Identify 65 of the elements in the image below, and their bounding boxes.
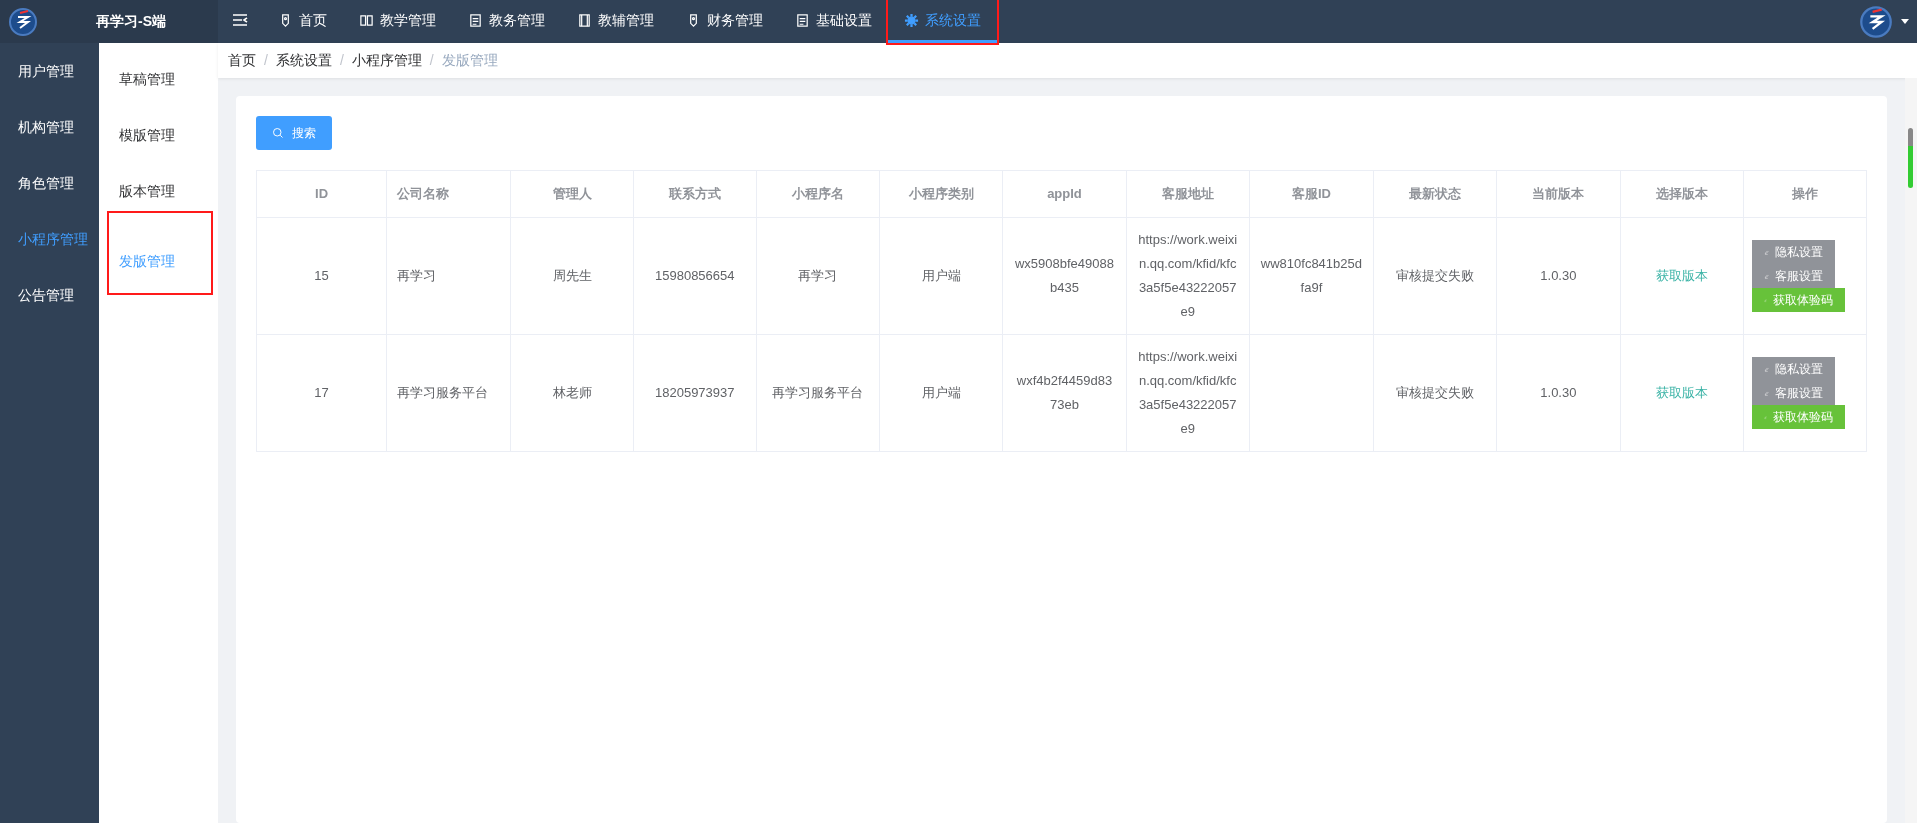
breadcrumb-separator: /: [264, 51, 268, 70]
table-cell: 1.0.30: [1496, 217, 1620, 335]
table-cell: 周先生: [510, 217, 634, 335]
table-cell: 用户端: [879, 334, 1003, 452]
column-header: 公司名称: [386, 170, 511, 218]
sidebar-item[interactable]: 角色管理: [0, 155, 99, 211]
column-header: 客服ID: [1249, 170, 1374, 218]
table-cell: wx5908bfe49088b435: [1002, 217, 1127, 335]
column-header: ID: [256, 170, 387, 218]
nav-tab[interactable]: 财务管理: [670, 0, 779, 43]
table-cell: 1.0.30: [1496, 334, 1620, 452]
breadcrumb-link[interactable]: 首页: [228, 50, 256, 71]
table-cell: 18205973937: [633, 334, 757, 452]
nav-tab[interactable]: 教务管理: [452, 0, 561, 43]
table-cell: 再学习: [756, 217, 880, 335]
sidebar-item[interactable]: 机构管理: [0, 99, 99, 155]
nav-tab[interactable]: 首页: [262, 0, 343, 43]
document-icon: [468, 12, 483, 28]
submenu-item[interactable]: 草稿管理: [99, 43, 175, 99]
table-cell: 17: [256, 334, 387, 452]
table-cell: 用户端: [879, 217, 1003, 335]
column-header: 最新状态: [1373, 170, 1497, 218]
logo-icon: [8, 6, 38, 37]
scrollbar[interactable]: [1905, 78, 1917, 823]
sidebar-item[interactable]: 小程序管理: [0, 211, 99, 267]
search-icon: [272, 127, 284, 139]
gear-icon: [904, 12, 919, 28]
breadcrumb-separator: /: [339, 51, 344, 70]
table-cell: 15980856654: [633, 217, 757, 335]
table-cell: 再学习服务平台: [756, 334, 880, 452]
book-icon: [359, 12, 374, 28]
column-header: 当前版本: [1496, 170, 1620, 218]
submenu-item[interactable]: 版本管理: [99, 155, 175, 211]
submenu-item[interactable]: 模版管理: [99, 99, 175, 155]
breadcrumb-separator: /: [429, 51, 434, 70]
table-cell: 再学习: [386, 217, 511, 335]
table-cell: 再学习服务平台: [386, 334, 511, 452]
table-cell: 审核提交失败: [1373, 217, 1497, 335]
sidebar-item[interactable]: 公告管理: [0, 267, 99, 323]
nav-tab[interactable]: 教辅管理: [561, 0, 670, 43]
document-icon: [795, 12, 810, 28]
column-header: 客服地址: [1126, 170, 1250, 218]
column-header: appId: [1002, 170, 1127, 218]
breadcrumb-link[interactable]: 小程序管理: [351, 50, 422, 71]
column-header: 联系方式: [633, 170, 757, 218]
breadcrumb-link[interactable]: 系统设置: [275, 50, 332, 71]
table-cell: 林老师: [510, 334, 634, 452]
avatar-logo-icon[interactable]: [1859, 4, 1893, 39]
notebook-icon: [577, 12, 592, 28]
table-cell: 审核提交失败: [1373, 334, 1497, 452]
table-cell: https://work.weixin.qq.com/kfid/kfc3a5f5e43222057e9: [1126, 217, 1250, 335]
app-title: 再学习-S端: [96, 12, 166, 31]
column-header: 管理人: [510, 170, 634, 218]
nav-tab[interactable]: 基础设置: [779, 0, 888, 43]
caret-icon[interactable]: [1901, 19, 1909, 24]
table-cell: wxf4b2f4459d8373eb: [1002, 334, 1127, 452]
table-cell: https://work.weixin.qq.com/kfid/kfc3a5f5e43222057e9: [1126, 334, 1250, 452]
column-header: 小程序名: [756, 170, 880, 218]
nav-tab[interactable]: 教学管理: [343, 0, 452, 43]
column-header: 操作: [1743, 170, 1867, 218]
column-header: 选择版本: [1620, 170, 1744, 218]
table-cell: 15: [256, 217, 387, 335]
column-header: 小程序类别: [879, 170, 1003, 218]
sidebar-item[interactable]: 用户管理: [0, 43, 99, 99]
table-cell: ww810fc841b25dfa9f: [1249, 217, 1374, 335]
